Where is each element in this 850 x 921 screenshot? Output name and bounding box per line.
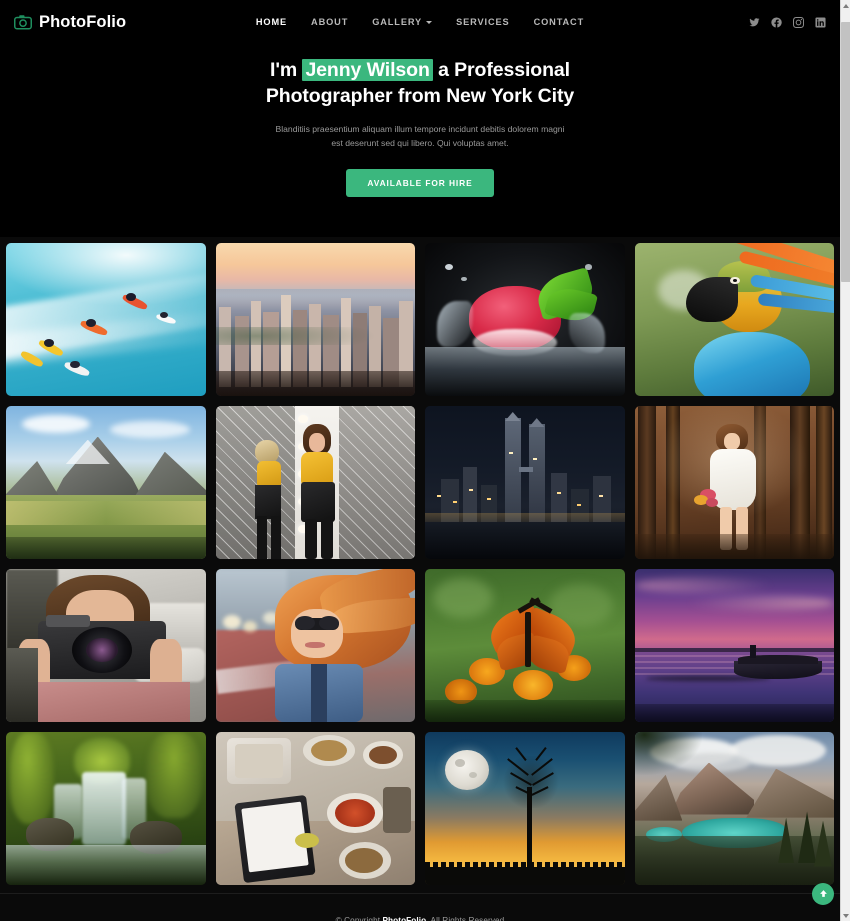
scrollbar-down-arrow[interactable] (841, 910, 850, 921)
gallery-image-moon-tree (425, 731, 625, 885)
page-title: I'm Jenny Wilson a Professional Photogra… (265, 58, 575, 109)
scrollbar-up-arrow[interactable] (841, 0, 850, 11)
gallery-item[interactable] (634, 731, 834, 885)
gallery-image-city-sunset (215, 242, 415, 396)
gallery-image-flatlay (215, 731, 415, 885)
gallery-item[interactable] (215, 568, 415, 722)
brand-name: PhotoFolio (39, 12, 127, 31)
hero-title-highlight: Jenny Wilson (302, 59, 433, 81)
copyright-text: © Copyright PhotoFolio. All Rights Reser… (0, 916, 840, 921)
gallery-image-boat-sunset (634, 568, 834, 722)
hero-subtitle: Blanditiis praesentium aliquam illum tem… (275, 124, 565, 148)
linkedin-icon[interactable] (815, 16, 826, 28)
browser-viewport: PhotoFolio HOME ABOUT GALLERY SERVICES C… (0, 0, 850, 921)
gallery-item[interactable] (634, 568, 834, 722)
gallery-item[interactable] (425, 242, 625, 396)
scrollbar-thumb[interactable] (841, 22, 850, 282)
nav-label: GALLERY (372, 17, 423, 27)
hero-title-prefix: I'm (270, 59, 303, 81)
nav-label: HOME (255, 17, 288, 27)
copyright-suffix: . All Rights Reserved (426, 915, 505, 921)
social-links (749, 16, 826, 28)
facebook-icon[interactable] (771, 16, 782, 28)
nav-label: SERVICES (456, 17, 510, 27)
photo-gallery-grid (0, 236, 840, 893)
chevron-down-icon (426, 21, 433, 24)
copyright-brand: PhotoFolio (382, 915, 427, 921)
gallery-image-photographer (6, 568, 206, 722)
gallery-item[interactable] (6, 731, 206, 885)
page-root: PhotoFolio HOME ABOUT GALLERY SERVICES C… (0, 0, 840, 921)
nav-item-gallery[interactable]: GALLERY (372, 17, 433, 27)
gallery-item[interactable] (425, 568, 625, 722)
gallery-item[interactable] (6, 568, 206, 722)
gallery-image-redhair (215, 568, 415, 722)
gallery-image-models (215, 405, 415, 559)
hero-section: I'm Jenny Wilson a Professional Photogra… (0, 44, 840, 237)
gallery-image-butterfly (425, 568, 625, 722)
page-scrollbar[interactable] (840, 0, 850, 921)
brand-logo[interactable]: PhotoFolio (14, 13, 126, 32)
copyright-prefix: © Copyright (335, 915, 383, 921)
gallery-item[interactable] (425, 405, 625, 559)
gallery-image-waterfall (6, 731, 206, 885)
nav-label: ABOUT (311, 17, 349, 27)
camera-icon (14, 14, 32, 30)
gallery-image-mountain-green (6, 405, 206, 559)
gallery-item[interactable] (215, 405, 415, 559)
nav-item-contact[interactable]: CONTACT (534, 17, 585, 27)
gallery-item[interactable] (425, 731, 625, 885)
nav-item-about[interactable]: ABOUT (311, 17, 348, 27)
site-header: PhotoFolio HOME ABOUT GALLERY SERVICES C… (0, 0, 840, 44)
scroll-to-top-button[interactable] (812, 883, 834, 905)
nav-item-home[interactable]: HOME (256, 17, 287, 27)
gallery-item[interactable] (215, 242, 415, 396)
gallery-image-surf (6, 242, 206, 396)
instagram-icon[interactable] (793, 16, 804, 28)
gallery-image-strawberry (425, 242, 625, 396)
gallery-image-lake-valley (634, 731, 834, 885)
nav-item-services[interactable]: SERVICES (456, 17, 510, 27)
gallery-item[interactable] (634, 405, 834, 559)
gallery-image-city-night (425, 405, 625, 559)
gallery-image-forest-woman (634, 405, 834, 559)
twitter-icon[interactable] (749, 17, 760, 28)
gallery-item[interactable] (6, 242, 206, 396)
arrow-up-icon (819, 885, 828, 903)
site-footer: © Copyright PhotoFolio. All Rights Reser… (0, 892, 840, 921)
nav-label: CONTACT (533, 17, 585, 27)
gallery-item[interactable] (634, 242, 834, 396)
gallery-item[interactable] (215, 731, 415, 885)
available-for-hire-button[interactable]: AVAILABLE FOR HIRE (346, 168, 494, 197)
gallery-image-parrot (634, 242, 834, 396)
gallery-item[interactable] (6, 405, 206, 559)
